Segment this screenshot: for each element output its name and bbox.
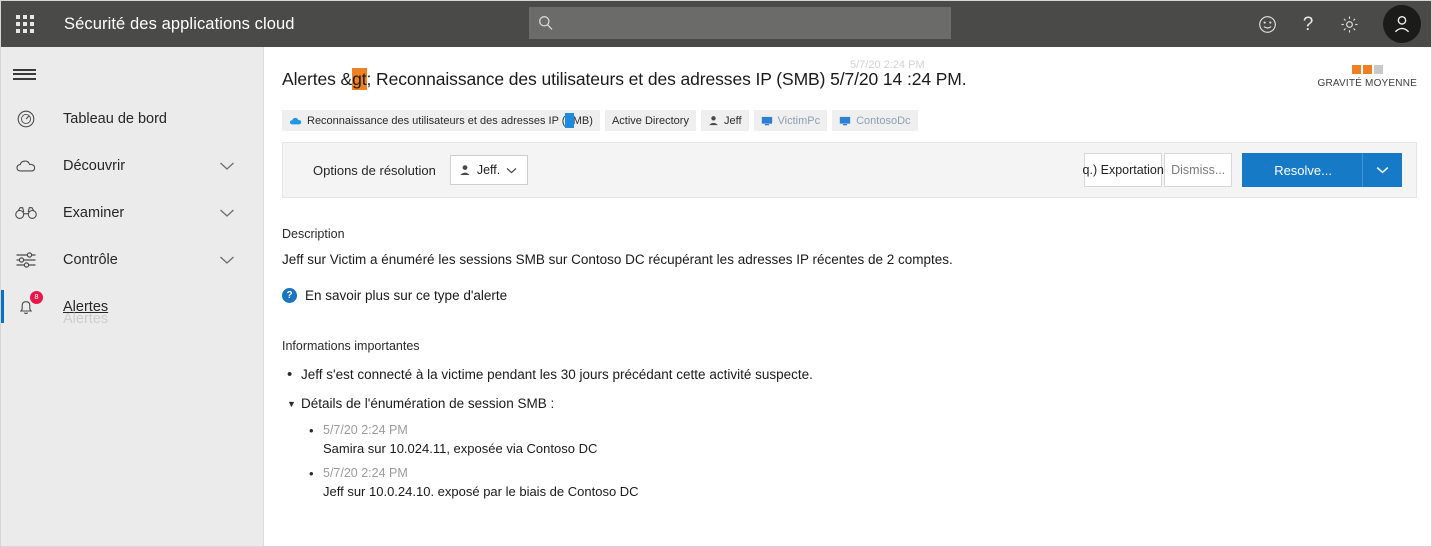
bullet-marker: •: [287, 366, 293, 383]
severity-bars: [1318, 65, 1418, 74]
description-heading: Description: [282, 227, 345, 241]
search-input[interactable]: [561, 15, 941, 31]
chip-alert-type[interactable]: Reconnaissance des utilisateurs et des a…: [282, 110, 600, 131]
smb-session-details-list: • 5/7/20 2:24 PM Samira sur 10.024.11, e…: [282, 423, 1417, 499]
help-icon[interactable]: ?: [1297, 13, 1319, 35]
user-icon: [459, 164, 471, 176]
main-content: Alertes &gt; Reconnaissance des utilisat…: [264, 47, 1431, 546]
sidebar-item-discover[interactable]: Découvrir: [1, 142, 263, 189]
sidebar-item-control[interactable]: Contrôle: [1, 236, 263, 283]
list-item-timestamp: 5/7/20 2:24 PM: [323, 466, 408, 480]
list-item-body: 5/7/20 2:24 PM Jeff sur 10.0.24.10. expo…: [323, 466, 639, 499]
resolution-options-bar: Options de résolution Jeff. q.) Exportat…: [282, 142, 1417, 198]
sidebar-item-alerts[interactable]: 8 Alertes Alertes: [1, 283, 263, 330]
severity-indicator: GRAVITÉ MOYENNE: [1318, 65, 1418, 89]
hamburger-menu-icon[interactable]: [1, 53, 263, 95]
chip-label: Reconnaissance des utilisateurs et des a…: [307, 114, 593, 127]
caret-down-icon[interactable]: ▼: [287, 396, 301, 413]
resolve-button-label: Resolve...: [1274, 162, 1332, 178]
binoculars-icon: [13, 205, 39, 221]
important-info-bullet: • Jeff s'est connecté à la victime penda…: [282, 367, 1417, 382]
alerts-badge: 8: [30, 290, 43, 304]
bell-icon: 8: [13, 290, 43, 317]
user-icon: [708, 115, 719, 126]
chip-device-victimpc[interactable]: VictimPc: [753, 110, 828, 131]
gear-icon[interactable]: [1338, 13, 1360, 35]
sidebar-item-label: Examiner: [63, 204, 125, 221]
chevron-down-icon: [506, 167, 517, 174]
sidebar-item-label: Contrôle: [63, 251, 118, 268]
list-item-description: Jeff sur 10.0.24.10. exposé par le biais…: [323, 484, 639, 499]
sidebar-item-label: Découvrir: [63, 157, 126, 174]
learn-more-label: En savoir plus sur ce type d'alerte: [305, 288, 508, 303]
app-title: Sécurité des applications cloud: [64, 14, 295, 33]
bullet-text: Jeff s'est connecté à la victime pendant…: [301, 367, 813, 382]
chip-label: Active Directory: [611, 114, 689, 127]
chevron-down-icon[interactable]: [219, 208, 235, 218]
list-item: • 5/7/20 2:24 PM Jeff sur 10.0.24.10. ex…: [309, 466, 1417, 499]
list-item-description: Samira sur 10.024.11, exposée via Contos…: [323, 441, 598, 456]
gauge-icon: [13, 109, 39, 129]
sidebar-item-investigate[interactable]: Examiner: [1, 189, 263, 236]
resolution-actions: q.) Exportation Dismiss... Resolve...: [1083, 153, 1402, 187]
sliders-icon: [13, 251, 39, 269]
chip-divider-marker: [565, 113, 574, 128]
top-actions: ?: [1256, 1, 1421, 47]
search-icon: [538, 15, 554, 31]
page-title-highlight: gt: [352, 68, 367, 90]
assignee-label: Jeff.: [476, 163, 501, 177]
chip-label: VictimPc: [777, 114, 821, 127]
learn-more-link[interactable]: ? En savoir plus sur ce type d'alerte: [282, 288, 1417, 303]
dismiss-button[interactable]: Dismiss...: [1164, 153, 1233, 187]
assignee-dropdown[interactable]: Jeff.: [449, 155, 528, 185]
app-launcher-icon[interactable]: [1, 1, 49, 47]
account-icon[interactable]: [1383, 5, 1421, 43]
sidebar-item-label: Tableau de bord: [63, 110, 167, 127]
app-window: Sécurité des applications cloud ? Tablea…: [0, 0, 1432, 547]
important-info-bullet-expandable[interactable]: ▼ Détails de l'énumération de session SM…: [282, 396, 1417, 413]
list-item-timestamp: 5/7/20 2:24 PM: [323, 423, 408, 437]
waffle-grid: [16, 15, 34, 33]
sidebar: Tableau de bord Découvrir Examiner Contr…: [1, 47, 264, 546]
resolve-dropdown-toggle[interactable]: [1362, 153, 1402, 187]
resolution-options-label: Options de résolution: [313, 162, 436, 178]
computer-icon: [839, 116, 851, 126]
page-title-rest: Reconnaissance des utilisateurs et des a…: [371, 69, 967, 89]
cloud-icon: [13, 157, 39, 175]
search-box[interactable]: [529, 7, 951, 39]
body: Tableau de bord Découvrir Examiner Contr…: [1, 47, 1431, 546]
chevron-down-icon[interactable]: [219, 255, 235, 265]
computer-icon: [761, 116, 773, 126]
page-title-prefix: Alertes &: [282, 69, 353, 89]
sidebar-item-dashboard[interactable]: Tableau de bord: [1, 95, 263, 142]
severity-label: GRAVITÉ MOYENNE: [1317, 78, 1417, 89]
cloud-icon: [289, 116, 302, 126]
chip-label: Jeff: [723, 114, 742, 127]
bullet-marker: •: [309, 466, 314, 481]
entity-chip-list: Reconnaissance des utilisateurs et des a…: [282, 110, 1417, 131]
description-text: Jeff sur Victim a énuméré les sessions S…: [282, 252, 953, 267]
page-header: Alertes &gt; Reconnaissance des utilisat…: [282, 47, 1417, 90]
help-circle-icon: ?: [282, 288, 297, 303]
list-item-body: 5/7/20 2:24 PM Samira sur 10.024.11, exp…: [323, 423, 597, 456]
bullet-text: Détails de l'énumération de session SMB …: [301, 396, 555, 411]
important-info-heading: Informations importantes: [282, 339, 420, 353]
resolve-button[interactable]: Resolve...: [1242, 153, 1402, 187]
chip-label: ContosoDc: [856, 114, 911, 127]
chevron-down-icon[interactable]: [219, 161, 235, 171]
chip-device-contosodc[interactable]: ContosoDc: [832, 110, 918, 131]
sidebar-ghost-label: Alertes: [63, 311, 109, 327]
bullet-marker: •: [309, 423, 314, 438]
help-glyph: ?: [1302, 13, 1314, 35]
page-title: Alertes &gt; Reconnaissance des utilisat…: [282, 68, 967, 90]
chip-active-directory[interactable]: Active Directory: [604, 110, 696, 131]
list-item: • 5/7/20 2:24 PM Samira sur 10.024.11, e…: [309, 423, 1417, 456]
top-bar: Sécurité des applications cloud ?: [1, 1, 1431, 47]
export-button[interactable]: q.) Exportation: [1083, 153, 1164, 187]
smiley-icon[interactable]: [1256, 13, 1278, 35]
chip-user-jeff[interactable]: Jeff: [700, 110, 749, 131]
